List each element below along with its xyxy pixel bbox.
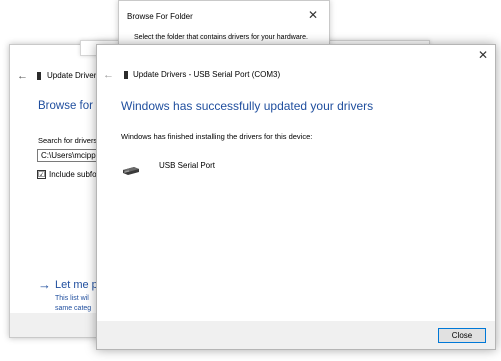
window-footer: Close — [97, 321, 495, 349]
include-subfolders-checkbox[interactable]: ☑ — [37, 170, 46, 179]
update-drivers-success-window: ✕ ← Update Drivers - USB Serial Port (CO… — [96, 44, 496, 350]
dialog-title: Browse For Folder — [127, 12, 193, 21]
close-icon[interactable]: ✕ — [478, 48, 488, 62]
close-button[interactable]: Close — [438, 328, 486, 343]
page-heading: Browse for d — [38, 100, 103, 112]
include-subfolders-label[interactable]: Include subfol — [49, 170, 98, 179]
device-icon — [37, 72, 41, 80]
success-heading: Windows has successfully updated your dr… — [121, 99, 374, 113]
link-arrow-icon[interactable]: → — [38, 277, 51, 292]
let-me-pick-description: This list wil same categ — [55, 295, 92, 312]
device-icon — [124, 71, 128, 79]
let-me-pick-link[interactable]: Let me p — [55, 279, 98, 291]
device-name: USB Serial Port — [159, 161, 216, 170]
dialog-description: Select the folder that contains drivers … — [134, 34, 308, 41]
browse-for-folder-dialog: Browse For Folder ✕ Select the folder th… — [118, 0, 330, 50]
window-title: Update Drivers - USB Serial Port (COM3) — [133, 70, 281, 79]
finished-text: Windows has finished installing the driv… — [121, 132, 313, 141]
window-title: Update Driver — [47, 71, 97, 80]
back-arrow-icon[interactable]: ← — [17, 70, 28, 82]
back-arrow-icon: ← — [103, 69, 114, 81]
close-icon[interactable]: ✕ — [308, 8, 318, 22]
usb-device-icon — [123, 167, 139, 175]
search-drivers-label: Search for drivers — [38, 136, 98, 145]
